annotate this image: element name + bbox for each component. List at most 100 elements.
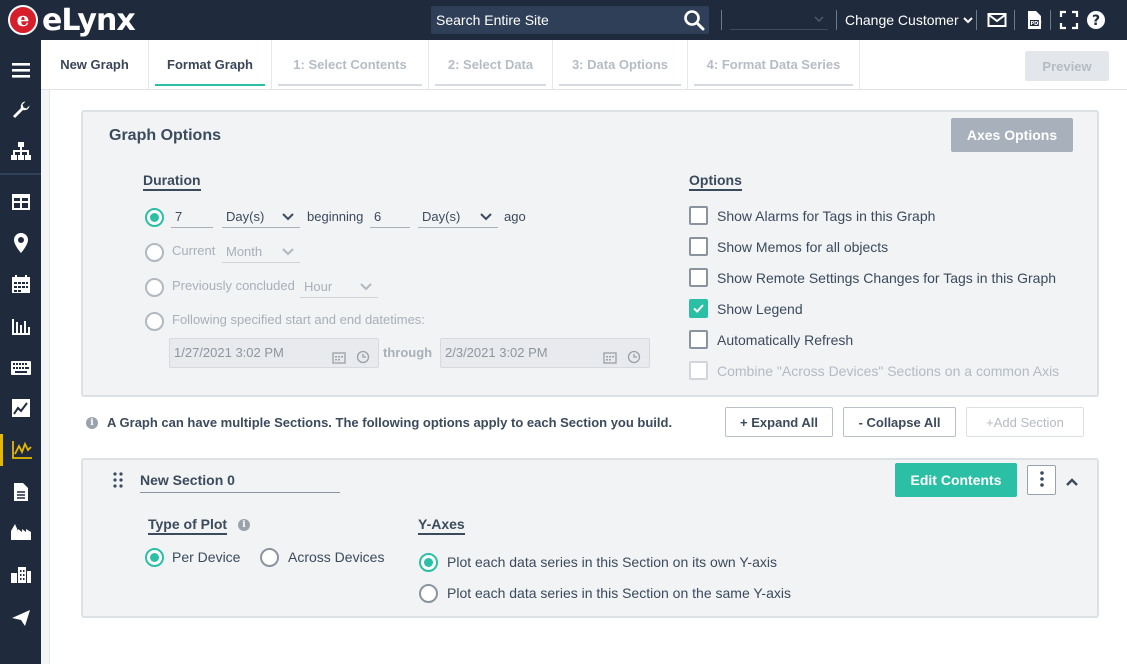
fullscreen-icon[interactable]: [1059, 10, 1079, 30]
tab-label: 4: Format Data Series: [706, 57, 841, 72]
own-y-axis-radio[interactable]: [419, 553, 438, 572]
logo-badge: e: [8, 5, 38, 35]
separator: [1014, 10, 1015, 30]
trend-graph-icon[interactable]: [0, 434, 41, 466]
duration-following-radio[interactable]: [145, 312, 164, 331]
info-icon[interactable]: i: [238, 519, 250, 531]
duration-count-input[interactable]: 7: [171, 206, 213, 228]
show-legend-checkbox[interactable]: [689, 299, 708, 318]
across-devices-radio[interactable]: [260, 548, 279, 567]
graph-options-panel: Graph Options Axes Options Duration 7 Da…: [81, 110, 1099, 397]
tab-select-data[interactable]: 2: Select Data: [429, 40, 553, 90]
show-legend-label: Show Legend: [717, 301, 803, 317]
duration-offset-unit-select[interactable]: Day(s): [418, 206, 498, 228]
axes-options-button[interactable]: Axes Options: [951, 118, 1073, 152]
kebab-icon: [1039, 470, 1044, 487]
grid-icon[interactable]: [0, 186, 41, 218]
separator: [1050, 10, 1051, 30]
location-pin-icon[interactable]: [0, 227, 41, 259]
hierarchy-icon[interactable]: [0, 135, 41, 167]
tab-data-options[interactable]: 3: Data Options: [553, 40, 688, 90]
drag-handle-icon[interactable]: [113, 472, 123, 491]
chevron-down-icon: [282, 213, 294, 221]
duration-offset-input[interactable]: 6: [370, 206, 410, 228]
calendar-icon[interactable]: [0, 268, 41, 300]
show-remote-settings-label: Show Remote Settings Changes for Tags in…: [717, 270, 1057, 286]
export-pdf-icon[interactable]: PDF: [1024, 10, 1044, 30]
panel-title: Graph Options: [109, 127, 221, 144]
clock-icon[interactable]: [356, 346, 370, 374]
combine-across-devices-checkbox[interactable]: [689, 361, 708, 380]
end-datetime-value: 2/3/2021 3:02 PM: [445, 345, 548, 360]
show-memos-checkbox[interactable]: [689, 237, 708, 256]
content-gutter: [41, 90, 50, 664]
tab-underline: [278, 84, 422, 86]
facility-icon[interactable]: [0, 516, 41, 548]
separator: [721, 10, 722, 30]
section-name-input[interactable]: New Section 0: [140, 472, 340, 493]
building-icon[interactable]: [0, 558, 41, 590]
duration-previous-radio[interactable]: [145, 278, 164, 297]
wizard-tabs: New Graph Format Graph 1: Select Content…: [41, 40, 1127, 90]
search-icon[interactable]: [683, 9, 705, 31]
customer-select[interactable]: [730, 10, 828, 30]
duration-relative-radio[interactable]: [145, 208, 164, 227]
section-panel: New Section 0 Edit Contents Type of Plot…: [81, 458, 1099, 618]
svg-text:PDF: PDF: [1031, 21, 1042, 27]
checkmark-icon: [693, 304, 704, 313]
section-menu-button[interactable]: [1027, 465, 1056, 495]
edit-contents-button[interactable]: Edit Contents: [895, 463, 1017, 497]
wrench-icon[interactable]: [0, 94, 41, 126]
tab-underline: [694, 84, 853, 86]
send-icon[interactable]: [0, 602, 41, 634]
menu-icon[interactable]: [0, 54, 41, 86]
start-datetime-input[interactable]: 1/27/2021 3:02 PM: [169, 338, 379, 368]
duration-unit-select[interactable]: Day(s): [222, 206, 300, 228]
help-icon[interactable]: ?: [1086, 10, 1106, 30]
tab-underline: [155, 84, 265, 86]
change-customer-menu[interactable]: Change Customer: [845, 12, 973, 28]
duration-unit-value: Day(s): [226, 209, 265, 224]
per-device-radio[interactable]: [145, 548, 164, 567]
add-section-button[interactable]: +Add Section: [966, 407, 1084, 437]
beginning-label: beginning: [307, 209, 364, 224]
tab-underline: [435, 84, 546, 86]
calendar-icon[interactable]: [603, 346, 617, 374]
tab-new-graph[interactable]: New Graph: [41, 40, 149, 90]
calendar-icon[interactable]: [332, 346, 346, 374]
elynx-logo[interactable]: e eLynx: [8, 3, 136, 38]
search-input[interactable]: [431, 6, 671, 34]
tab-label: 3: Data Options: [571, 57, 669, 72]
show-remote-settings-checkbox[interactable]: [689, 268, 708, 287]
expand-all-button[interactable]: + Expand All: [725, 407, 833, 437]
chevron-up-icon[interactable]: [1065, 474, 1079, 490]
end-datetime-input[interactable]: 2/3/2021 3:02 PM: [440, 338, 650, 368]
site-search: [431, 6, 709, 34]
per-device-label: Per Device: [172, 549, 241, 565]
y-axes-heading: Y-Axes: [418, 516, 465, 535]
duration-current-radio[interactable]: [145, 243, 164, 262]
chevron-down-icon: [282, 248, 294, 256]
preview-button[interactable]: Preview: [1025, 51, 1109, 81]
auto-refresh-checkbox[interactable]: [689, 330, 708, 349]
tab-select-contents[interactable]: 1: Select Contents: [272, 40, 429, 90]
show-alarms-checkbox[interactable]: [689, 206, 708, 225]
offset-unit-value: Day(s): [422, 209, 461, 224]
document-icon[interactable]: [0, 476, 41, 508]
tab-format-data-series[interactable]: 4: Format Data Series: [688, 40, 860, 90]
collapse-all-button[interactable]: - Collapse All: [843, 407, 956, 437]
clock-icon[interactable]: [627, 346, 641, 374]
through-label: through: [383, 345, 433, 360]
show-memos-label: Show Memos for all objects: [717, 239, 889, 255]
current-unit-select[interactable]: Month: [222, 241, 300, 263]
tab-format-graph[interactable]: Format Graph: [149, 40, 272, 90]
line-chart-icon[interactable]: [0, 392, 41, 424]
keyboard-icon[interactable]: [0, 352, 41, 384]
bar-chart-icon[interactable]: [0, 310, 41, 342]
show-alarms-label: Show Alarms for Tags in this Graph: [717, 208, 936, 224]
same-y-axis-radio[interactable]: [419, 584, 438, 603]
previous-unit-select[interactable]: Hour: [300, 276, 378, 298]
tab-underline: [559, 84, 681, 86]
start-datetime-value: 1/27/2021 3:02 PM: [174, 345, 284, 360]
mail-icon[interactable]: [987, 10, 1007, 30]
